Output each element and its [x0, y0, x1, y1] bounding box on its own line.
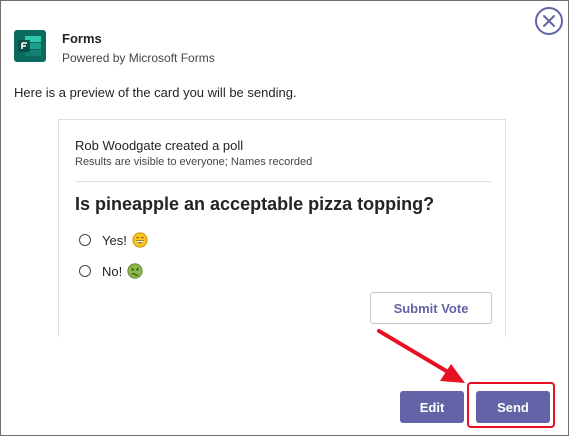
nauseated-face-icon: [127, 263, 143, 279]
option-label: No!: [102, 263, 123, 279]
poll-question: Is pineapple an acceptable pizza topping…: [75, 194, 435, 214]
submit-vote-button[interactable]: Submit Vote: [370, 292, 492, 324]
close-button[interactable]: [535, 7, 563, 35]
app-subtitle: Powered by Microsoft Forms: [62, 51, 215, 65]
close-icon: [543, 15, 555, 27]
poll-option-no[interactable]: No!: [79, 263, 143, 279]
poll-visibility-note: Results are visible to everyone; Names r…: [75, 156, 313, 168]
radio-button[interactable]: [79, 234, 91, 246]
card-divider: [75, 181, 491, 182]
grinning-face-icon: [132, 232, 148, 248]
edit-button[interactable]: Edit: [400, 391, 464, 423]
poll-card-preview: Rob Woodgate created a poll Results are …: [58, 119, 506, 337]
poll-creator: Rob Woodgate created a poll: [75, 138, 244, 153]
option-label: Yes!: [102, 232, 127, 248]
forms-app-icon: [14, 30, 46, 62]
radio-button[interactable]: [79, 265, 91, 277]
poll-option-yes[interactable]: Yes!: [79, 232, 148, 248]
send-button-highlight: [467, 382, 555, 428]
app-name: Forms: [62, 31, 102, 46]
intro-text: Here is a preview of the card you will b…: [14, 85, 297, 100]
